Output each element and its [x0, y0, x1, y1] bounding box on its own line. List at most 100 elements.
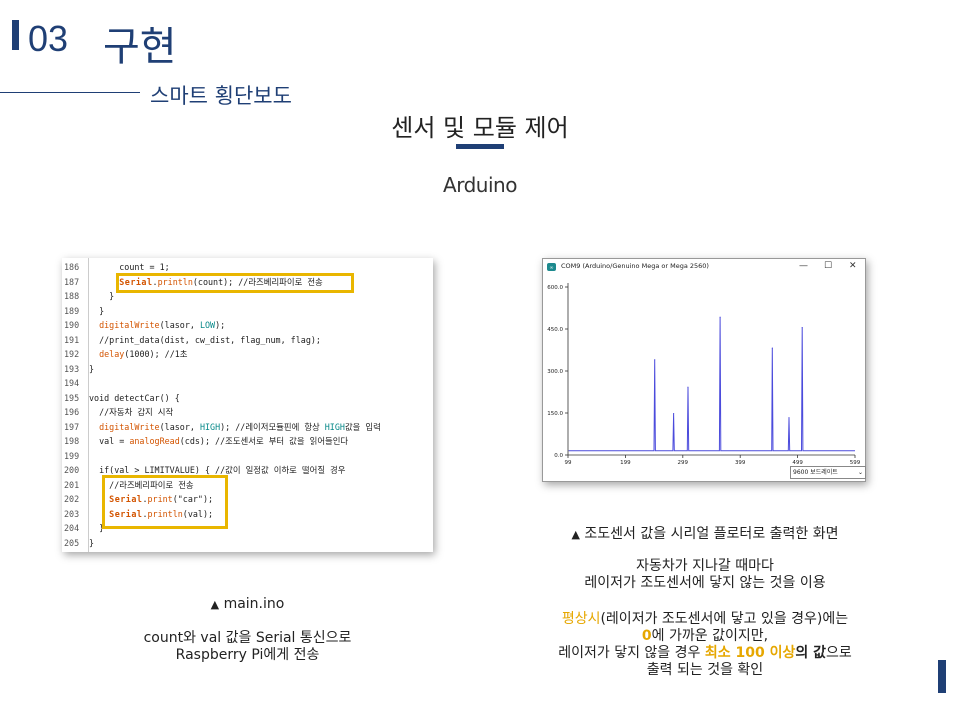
code-line: 197 digitalWrite(lasor, HIGH); //레이저모듈핀에… — [62, 420, 433, 435]
x-tick-label: 399 — [735, 460, 746, 465]
subtitle: 스마트 횡단보도 — [150, 84, 292, 108]
x-tick-label: 599 — [850, 460, 861, 465]
spike-peak — [719, 316, 721, 318]
maximize-button[interactable]: ☐ — [824, 261, 832, 271]
section-title: 구현 — [103, 24, 177, 70]
plotter-caption-text: 조도센서 값을 시리얼 플로터로 출력한 화면 — [584, 526, 839, 542]
code-text: //자동차 감지 시작 — [89, 407, 174, 417]
highlight-box-serial-send — [102, 475, 228, 529]
spike-peak — [788, 417, 790, 419]
line-number: 192 — [64, 349, 80, 359]
triangle-icon: ▲ — [210, 598, 220, 611]
code-caption: ▲ main.ino — [62, 596, 433, 612]
code-line: 194 — [62, 376, 433, 391]
zero-value: 0 — [641, 628, 652, 644]
spike-peak — [654, 359, 656, 361]
result-text: 레이저가 닿지 않을 경우 — [558, 645, 705, 661]
code-description: count와 val 값을 Serial 통신으로 Raspberry Pi에게… — [62, 630, 433, 664]
code-text: //print_data(dist, cw_dist, flag_num, fl… — [89, 334, 321, 345]
result-text-bold: 의 값 — [795, 645, 826, 661]
plot-area: 0.0 150.0 300.0 450.0 600.0 99 199 299 399 499 599 — [547, 283, 861, 465]
min-value-highlight: 최소 100 이상 — [704, 645, 796, 661]
code-line: 192 delay(1000); //1초 — [62, 347, 433, 362]
x-tick-label: 299 — [678, 460, 689, 465]
line-number: 200 — [64, 465, 80, 475]
close-button[interactable]: ✕ — [849, 261, 857, 271]
line-number: 194 — [64, 378, 80, 388]
code-description-line: count와 val 값을 Serial 통신으로 — [143, 630, 352, 646]
result-line-4: 출력 되는 것을 확인 — [646, 662, 764, 678]
line-number: 189 — [64, 305, 80, 316]
arduino-app-icon: ∞ — [547, 263, 556, 271]
result-line-3: 레이저가 닿지 않을 경우 최소 100 이상의 값으로 — [510, 645, 900, 662]
x-tick-label: 499 — [792, 460, 803, 465]
title-bar: ∞ COM9 (Arduino/Genuino Mega or Mega 256… — [543, 259, 865, 275]
spike-peak — [801, 327, 803, 329]
line-number: 203 — [64, 508, 80, 519]
y-tick-label: 0.0 — [554, 453, 563, 459]
spike-peak — [673, 412, 675, 415]
topic-underline — [456, 144, 504, 149]
code-line: 199 — [62, 449, 433, 464]
line-number: 201 — [64, 479, 80, 490]
result-line-2: 0에 가까운 값이지만, — [510, 628, 900, 645]
line-number: 187 — [64, 276, 80, 287]
code-line: 190 digitalWrite(lasor, LOW); — [62, 318, 433, 333]
code-text: } — [89, 363, 95, 374]
header-divider — [0, 92, 140, 93]
section-number: 03 — [28, 18, 69, 59]
code-text: digitalWrite(lasor, LOW); — [99, 320, 226, 330]
topic-heading: 센서 및 모듈 제어 — [391, 114, 569, 142]
y-tick-label: 450.0 — [547, 327, 563, 333]
code-text: } — [89, 291, 115, 301]
baud-rate-select[interactable]: 9600 보드레이트 ⌄ — [790, 466, 866, 479]
result-line-1: 평상시(레이저가 조도센서에 닿고 있을 경우)에는 — [510, 611, 900, 628]
chevron-down-icon: ⌄ — [857, 469, 863, 476]
series-line — [568, 317, 855, 452]
svg-text:∞: ∞ — [549, 265, 553, 271]
code-line: 205} — [62, 536, 433, 551]
y-tick-label: 300.0 — [547, 369, 563, 375]
code-text: } — [89, 537, 95, 548]
code-panel: 186 count = 1; 187 Serial.println(count);… — [62, 258, 433, 552]
serial-plotter-window: ∞ COM9 (Arduino/Genuino Mega or Mega 256… — [542, 258, 866, 482]
x-tick-label: 99 — [565, 460, 572, 465]
code-caption-text: main.ino — [223, 596, 285, 612]
triangle-icon: ▲ — [571, 528, 580, 541]
line-number: 199 — [64, 450, 80, 461]
plotter-caption: ▲ 조도센서 값을 시리얼 플로터로 출력한 화면 — [520, 523, 890, 543]
line-number: 193 — [64, 363, 80, 374]
y-tick-label: 150.0 — [547, 411, 563, 417]
y-tick-label: 600.0 — [547, 285, 563, 291]
line-number: 205 — [64, 537, 80, 548]
accent-bar — [12, 20, 19, 50]
line-number: 186 — [64, 262, 80, 272]
platform-label: Arduino — [443, 173, 517, 197]
code-line: 189 } — [62, 304, 433, 319]
code-line: 198 val = analogRead(cds); //조도센서로 부터 값을… — [62, 434, 433, 449]
minimize-button[interactable]: — — [799, 261, 808, 271]
normal-state-label: 평상시 — [561, 611, 601, 627]
line-number: 190 — [64, 320, 80, 330]
code-line: 191 //print_data(dist, cw_dist, flag_num… — [62, 333, 433, 348]
code-text: } — [89, 305, 105, 316]
explanation-line: 자동차가 지나갈 때마다 — [636, 558, 774, 574]
code-line: 195 void detectCar() { — [62, 391, 433, 406]
explanation-line: 레이저가 조도센서에 닿지 않는 것을 이용 — [584, 575, 826, 591]
code-text: void detectCar() { — [89, 392, 180, 403]
line-number: 195 — [64, 392, 80, 403]
result-text: 으로 — [825, 645, 852, 661]
line-number: 198 — [64, 436, 80, 446]
result-text: (레이저가 조도센서에 닿고 있을 경우)에는 — [600, 611, 849, 627]
x-tick-label: 199 — [620, 460, 631, 465]
line-number: 202 — [64, 494, 80, 504]
spike-peak — [687, 386, 689, 388]
explanation-block: 자동차가 지나갈 때마다 레이저가 조도센서에 닿지 않는 것을 이용 — [520, 558, 890, 592]
accent-bar-bottom — [938, 660, 946, 693]
window-title: COM9 (Arduino/Genuino Mega or Mega 2560) — [561, 262, 709, 270]
code-text: val = analogRead(cds); //조도센서로 부터 값을 읽어들… — [89, 436, 349, 446]
result-text: 에 가까운 값이지만, — [651, 628, 769, 644]
highlight-box-println-count — [116, 273, 354, 293]
line-number: 191 — [64, 334, 80, 345]
result-block: 평상시(레이저가 조도센서에 닿고 있을 경우)에는 0에 가까운 값이지만, … — [510, 611, 900, 679]
